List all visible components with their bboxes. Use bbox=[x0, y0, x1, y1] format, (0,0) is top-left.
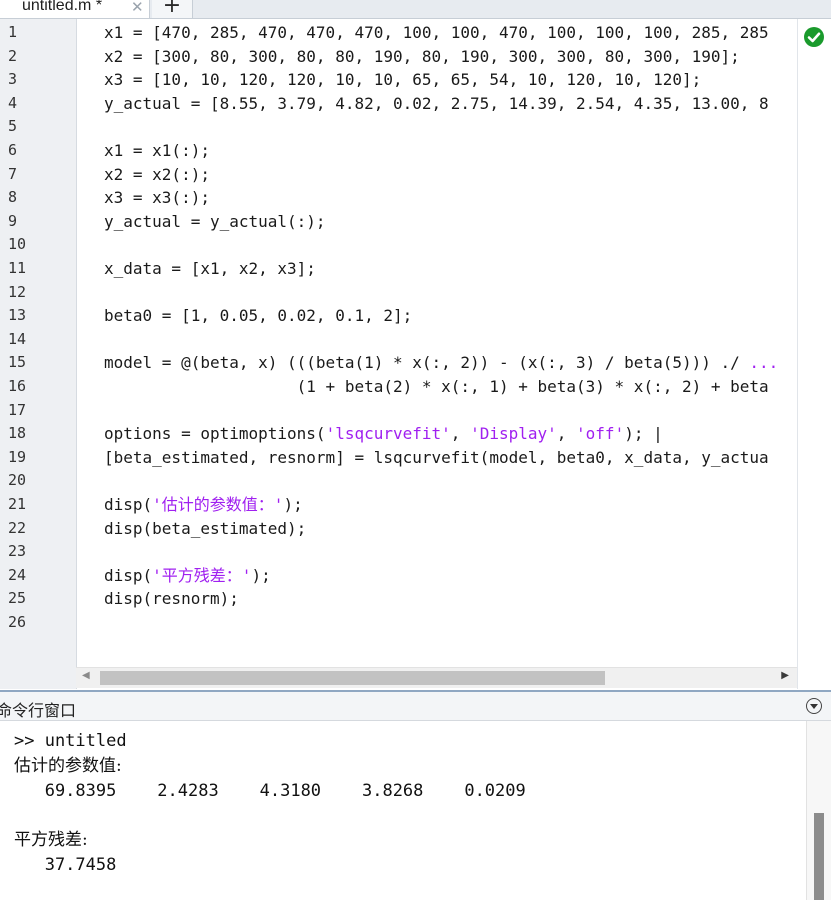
code-line-text: beta0 = [1, 0.05, 0.02, 0.1, 2]; bbox=[104, 304, 412, 327]
file-tab-title: untitled.m * bbox=[22, 0, 103, 14]
output-line: 平方残差: bbox=[14, 830, 88, 850]
line-number: 3 bbox=[8, 70, 18, 89]
code-token: x3 = [10, 10, 120, 120, 10, 10, 65, 65, … bbox=[104, 70, 702, 90]
line-number: 18 bbox=[8, 424, 27, 443]
string-literal: '估计的参数值：' bbox=[152, 495, 284, 514]
code-token: y_actual = [8.55, 3.79, 4.82, 0.02, 2.75… bbox=[104, 93, 769, 113]
string-literal: 'Display' bbox=[470, 424, 557, 444]
code-line-text: disp('估计的参数值：'); bbox=[104, 493, 303, 516]
line-number: 21 bbox=[8, 495, 27, 513]
code-line-text: y_actual = y_actual(:); bbox=[104, 210, 326, 233]
code-token: disp(beta_estimated); bbox=[104, 518, 307, 538]
code-line-text: x1 = [470, 285, 470, 470, 470, 100, 100,… bbox=[104, 21, 769, 44]
command-window-title: 命令行窗口 bbox=[0, 701, 77, 720]
code-token: , bbox=[556, 424, 577, 444]
code-token: ); | bbox=[624, 424, 663, 444]
code-token: (1 + beta(2) * x(:, 1) + beta(3) * x(:, … bbox=[104, 377, 769, 396]
code-line-text: x_data = [x1, x2, x3]; bbox=[104, 257, 316, 280]
code-token: model = @(beta, x) (((beta(1) * x(:, 2))… bbox=[104, 353, 750, 373]
command-window-header: 命令行窗口 bbox=[0, 690, 831, 721]
new-tab-button[interactable]: + bbox=[152, 0, 193, 18]
line-number: 25 bbox=[8, 589, 27, 608]
code-line-text: x3 = [10, 10, 120, 120, 10, 10, 65, 65, … bbox=[104, 68, 701, 91]
code-token: x3 = x3(:); bbox=[104, 188, 210, 208]
code-token: x1 = x1(:); bbox=[104, 141, 210, 160]
line-number: 7 bbox=[8, 164, 18, 183]
line-number: 17 bbox=[8, 400, 27, 419]
code-line-text: [beta_estimated, resnorm] = lsqcurvefit(… bbox=[104, 446, 769, 469]
string-literal: '平方残差：' bbox=[152, 565, 252, 585]
string-literal: 'off' bbox=[576, 424, 625, 444]
code-line-text: model = @(beta, x) (((beta(1) * x(:, 2))… bbox=[104, 351, 778, 374]
code-token: x2 = x2(:); bbox=[104, 164, 210, 184]
code-text-area[interactable]: x1 = [470, 285, 470, 470, 470, 100, 100,… bbox=[76, 19, 797, 667]
code-line-text: (1 + beta(2) * x(:, 1) + beta(3) * x(:, … bbox=[104, 375, 769, 398]
line-number: 9 bbox=[8, 211, 18, 230]
code-line-text: options = optimoptions('lsqcurvefit', 'D… bbox=[104, 422, 663, 445]
code-line-text: disp(resnorm); bbox=[104, 587, 239, 610]
line-number: 10 bbox=[8, 235, 27, 254]
editor-status-strip bbox=[797, 19, 831, 689]
scroll-right-icon[interactable]: ▶ bbox=[781, 670, 789, 681]
check-circle-icon bbox=[804, 27, 824, 47]
line-number: 13 bbox=[8, 306, 27, 325]
scroll-left-icon[interactable]: ◀ bbox=[82, 670, 90, 681]
code-editor[interactable]: x1 = [470, 285, 470, 470, 470, 100, 100,… bbox=[0, 19, 831, 689]
line-number: 8 bbox=[8, 188, 18, 207]
code-line-text: y_actual = [8.55, 3.79, 4.82, 0.02, 2.75… bbox=[104, 92, 769, 115]
code-token: disp(resnorm); bbox=[104, 589, 239, 609]
editor-tab-bar: untitled.m * ✕ + bbox=[0, 0, 831, 19]
code-token: [beta_estimated, resnorm] = lsqcurvefit(… bbox=[104, 447, 769, 467]
code-line-text: x1 = x1(:); bbox=[104, 139, 210, 162]
line-number: 11 bbox=[8, 259, 27, 277]
string-literal: 'lsqcurvefit' bbox=[325, 424, 451, 444]
code-token: x2 = [300, 80, 300, 80, 80, 190, 80, 190… bbox=[104, 46, 740, 66]
line-number: 6 bbox=[8, 141, 18, 159]
line-number: 4 bbox=[8, 93, 18, 112]
output-line: 69.8395 2.4283 4.3180 3.8268 0.0209 bbox=[14, 781, 526, 801]
code-line-text: disp(beta_estimated); bbox=[104, 517, 306, 540]
code-token: , bbox=[450, 424, 471, 444]
vertical-scroll-thumb[interactable] bbox=[814, 813, 824, 900]
horizontal-scrollbar[interactable]: ◀ ▶ bbox=[76, 667, 797, 688]
line-number: 23 bbox=[8, 542, 27, 561]
code-token: disp( bbox=[104, 565, 153, 585]
line-number: 12 bbox=[8, 282, 27, 301]
code-token: ); bbox=[283, 495, 303, 514]
code-line-text: x2 = x2(:); bbox=[104, 163, 210, 186]
line-number: 15 bbox=[8, 353, 27, 372]
file-tab[interactable]: untitled.m * ✕ bbox=[0, 0, 150, 18]
code-token: y_actual = y_actual(:); bbox=[104, 211, 326, 231]
close-tab-icon[interactable]: ✕ bbox=[131, 0, 144, 16]
code-token: options = optimoptions( bbox=[104, 424, 326, 444]
line-number: 5 bbox=[8, 117, 18, 136]
code-line-text: disp('平方残差：'); bbox=[104, 564, 271, 587]
code-line-text: x2 = [300, 80, 300, 80, 80, 190, 80, 190… bbox=[104, 45, 740, 68]
line-number: 19 bbox=[8, 447, 27, 466]
code-line-text: x3 = x3(:); bbox=[104, 186, 210, 209]
line-number: 22 bbox=[8, 518, 27, 537]
line-number: 1 bbox=[8, 23, 18, 41]
command-window[interactable]: >> untitled 估计的参数值: 69.8395 2.4283 4.318… bbox=[0, 721, 831, 900]
output-line: 37.7458 bbox=[14, 855, 117, 875]
line-number: 16 bbox=[8, 377, 27, 395]
vertical-scrollbar[interactable] bbox=[806, 721, 831, 900]
chevron-down-icon[interactable] bbox=[806, 698, 822, 714]
code-token: x_data = [x1, x2, x3]; bbox=[104, 259, 316, 278]
code-token: disp( bbox=[104, 495, 153, 514]
line-number: 14 bbox=[8, 329, 27, 348]
line-number: 26 bbox=[8, 613, 27, 631]
code-token: ); bbox=[251, 565, 271, 585]
string-literal: ... bbox=[749, 353, 779, 373]
line-number: 2 bbox=[8, 46, 18, 65]
horizontal-scroll-thumb[interactable] bbox=[100, 671, 605, 685]
code-token: beta0 = [1, 0.05, 0.02, 0.1, 2]; bbox=[104, 306, 413, 326]
line-number: 20 bbox=[8, 471, 27, 490]
output-line: 估计的参数值: bbox=[14, 756, 122, 776]
code-token: x1 = [470, 285, 470, 470, 470, 100, 100,… bbox=[104, 23, 769, 42]
command-prompt-line: >> untitled bbox=[14, 731, 127, 751]
line-number: 24 bbox=[8, 565, 27, 584]
